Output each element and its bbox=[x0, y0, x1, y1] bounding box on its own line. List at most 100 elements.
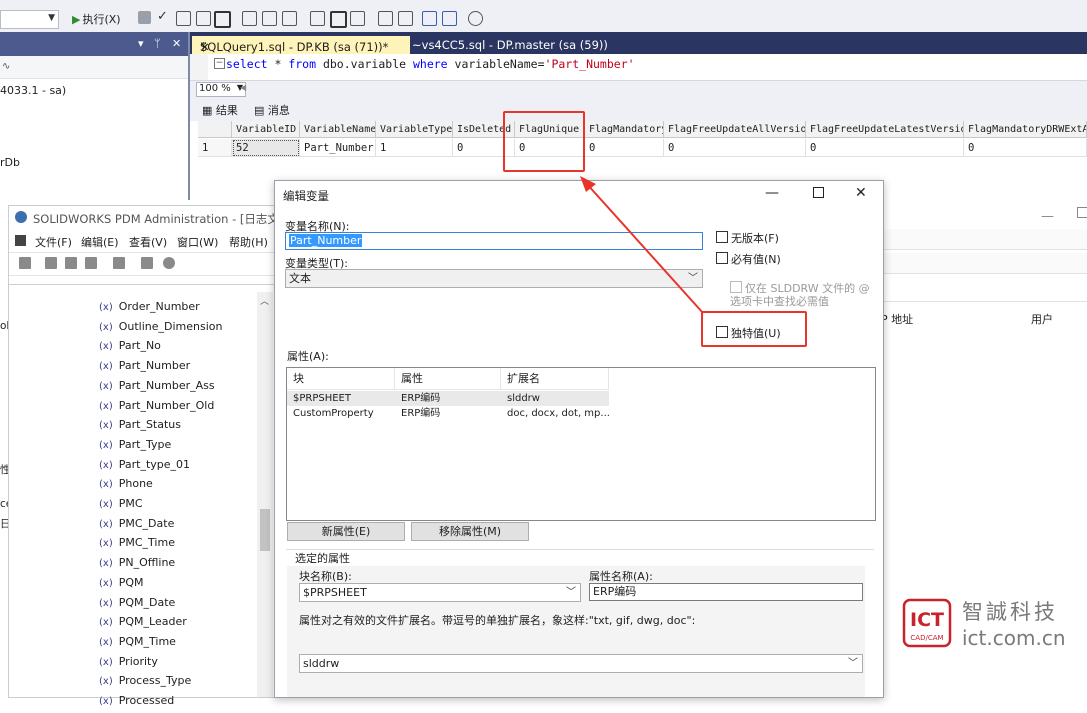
maximize-icon[interactable] bbox=[1077, 207, 1087, 218]
pin-icon[interactable]: ᛘ bbox=[154, 37, 161, 50]
menu-file[interactable]: 文件(F) bbox=[35, 234, 72, 250]
execute-button[interactable]: ▶ 执行(X) bbox=[72, 11, 121, 27]
maximize-button[interactable] bbox=[813, 187, 824, 198]
specify-values-icon[interactable] bbox=[468, 11, 483, 26]
cut-icon[interactable] bbox=[45, 257, 57, 269]
col-block[interactable]: 块 bbox=[287, 368, 395, 390]
help-icon[interactable] bbox=[163, 257, 175, 269]
undo-icon[interactable] bbox=[113, 257, 125, 269]
slddrw-only-checkbox[interactable]: 仅在 SLDDRW 文件的 @ 选项卡中查找必需值 bbox=[730, 281, 870, 308]
grid-cell[interactable]: 0 bbox=[664, 139, 806, 157]
variable-list-item[interactable]: (x) Part_Type bbox=[99, 438, 171, 457]
col-ip-address[interactable]: P 地址 bbox=[881, 311, 913, 327]
col-attribute[interactable]: 属性 bbox=[395, 368, 501, 390]
col-header[interactable]: FlagMandatoryDRWExtAtT bbox=[964, 121, 1087, 138]
plan-icon[interactable] bbox=[242, 11, 257, 26]
results-to-file-icon[interactable] bbox=[350, 11, 365, 26]
variable-list-item[interactable]: (x) Part_Number bbox=[99, 359, 190, 378]
table-cell[interactable]: CustomProperty bbox=[287, 406, 395, 421]
variable-list-item[interactable]: (x) Part_Number_Ass bbox=[99, 379, 215, 398]
col-header[interactable]: FlagMandatory bbox=[585, 121, 664, 138]
variable-list-item[interactable]: (x) Part_Status bbox=[99, 418, 181, 437]
variable-list-item[interactable]: (x) Priority bbox=[99, 655, 158, 674]
table-cell[interactable]: slddrw bbox=[501, 391, 609, 406]
no-version-checkbox[interactable]: 无版本(F) bbox=[716, 230, 779, 246]
tab-sqlquery1[interactable]: SQLQuery1.sql - DP.KB (sa (71))* ᛘ ✕ bbox=[192, 36, 410, 54]
grid-cell[interactable]: 1 bbox=[376, 139, 453, 157]
results-grid2-icon[interactable] bbox=[330, 11, 347, 28]
block-name-combo[interactable]: $PRPSHEET ﹀ bbox=[299, 583, 581, 602]
activity-icon[interactable]: ∿ bbox=[2, 61, 10, 72]
results-file-icon[interactable] bbox=[310, 11, 325, 26]
collapse-icon[interactable]: − bbox=[214, 58, 225, 69]
grid-cell[interactable]: Part_Number bbox=[300, 139, 376, 157]
menu-help[interactable]: 帮助(H) bbox=[229, 234, 268, 250]
server-node[interactable]: 4033.1 - sa) bbox=[0, 84, 66, 97]
results-grid-icon[interactable] bbox=[214, 11, 231, 28]
variable-list-item[interactable]: (x) PN_Offline bbox=[99, 556, 175, 575]
table-cell[interactable]: ERP编码 bbox=[395, 391, 501, 406]
database-combo[interactable]: ▼ bbox=[0, 10, 59, 29]
indent-icon[interactable] bbox=[442, 11, 457, 26]
minimize-button[interactable]: — bbox=[765, 185, 779, 201]
table-cell[interactable]: doc, docx, dot, mp... bbox=[501, 406, 609, 421]
row-number[interactable]: 1 bbox=[198, 139, 232, 157]
save-icon[interactable] bbox=[19, 257, 31, 269]
col-header[interactable]: FlagFreeUpdateLatestVersion bbox=[806, 121, 964, 138]
tab-messages[interactable]: ▤ 消息 bbox=[254, 102, 290, 118]
tab-results[interactable]: ▦ 结果 bbox=[202, 102, 238, 118]
extension-combo[interactable]: slddrw ﹀ bbox=[299, 654, 863, 673]
col-header[interactable]: VariableName bbox=[300, 121, 376, 138]
menu-view[interactable]: 查看(V) bbox=[129, 234, 167, 250]
scroll-left-icon[interactable]: ◀ bbox=[240, 83, 246, 92]
variable-list-item[interactable]: (x) PQM_Time bbox=[99, 635, 176, 654]
new-attribute-button[interactable]: 新属性(E) bbox=[287, 522, 405, 541]
chevron-up-icon[interactable]: ︿ bbox=[260, 294, 269, 307]
variable-list-item[interactable]: (x) Phone bbox=[99, 477, 153, 496]
comment-icon[interactable] bbox=[378, 11, 393, 26]
col-header[interactable]: VariableType bbox=[376, 121, 453, 138]
menu-edit[interactable]: 编辑(E) bbox=[81, 234, 119, 250]
menu-window[interactable]: 窗口(W) bbox=[177, 234, 218, 250]
app-menu-icon[interactable] bbox=[15, 235, 26, 246]
outdent-icon[interactable] bbox=[422, 11, 437, 26]
col-user[interactable]: 用户 bbox=[1031, 311, 1053, 327]
tab-vs4cc5[interactable]: ~vs4CC5.sql - DP.master (sa (59)) bbox=[412, 36, 632, 54]
results-text-icon[interactable] bbox=[196, 11, 211, 26]
grid-cell[interactable]: 0 bbox=[806, 139, 964, 157]
variable-list-item[interactable]: (x) PMC bbox=[99, 497, 143, 516]
mandatory-checkbox[interactable]: 必有值(N) bbox=[716, 251, 781, 267]
variable-list-item[interactable]: (x) Outline_Dimension bbox=[99, 320, 223, 339]
variable-list-item[interactable]: (x) Order_Number bbox=[99, 300, 200, 319]
variable-list-item[interactable]: (x) PQM bbox=[99, 576, 144, 595]
table-cell[interactable]: $PRPSHEET bbox=[287, 391, 395, 406]
close-button[interactable]: ✕ bbox=[855, 185, 867, 201]
grid-cell[interactable]: 52 bbox=[232, 139, 300, 157]
variable-list-item[interactable]: (x) Part_No bbox=[99, 339, 161, 358]
variable-name-input[interactable]: Part_Number bbox=[285, 232, 703, 250]
parse-tree-icon[interactable] bbox=[176, 11, 191, 26]
minimize-icon[interactable]: — bbox=[1041, 209, 1054, 224]
stats-icon[interactable] bbox=[262, 11, 277, 26]
col-header[interactable]: VariableID bbox=[232, 121, 300, 138]
col-header[interactable]: FlagFreeUpdateAllVersion bbox=[664, 121, 806, 138]
variable-list-item[interactable]: (x) PQM_Date bbox=[99, 596, 175, 615]
variable-list-item[interactable]: (x) PMC_Date bbox=[99, 517, 174, 536]
stop-icon[interactable] bbox=[138, 11, 151, 24]
sql-statement[interactable]: select * from dbo.variable where variabl… bbox=[226, 57, 635, 71]
scrollbar-thumb[interactable] bbox=[260, 509, 270, 551]
attribute-name-input[interactable]: ERP编码 bbox=[589, 583, 863, 601]
copy-icon[interactable] bbox=[65, 257, 77, 269]
check-icon[interactable]: ✓ bbox=[157, 9, 170, 24]
variable-list-item[interactable]: (x) PMC_Time bbox=[99, 536, 175, 555]
grid-cell[interactable]: 0 bbox=[585, 139, 664, 157]
variable-list-item[interactable]: (x) Processed bbox=[99, 694, 174, 713]
variable-type-select[interactable]: 文本 ﹀ bbox=[285, 269, 703, 288]
variable-list-item[interactable]: (x) Part_Number_Old bbox=[99, 399, 214, 418]
variable-list-item[interactable]: (x) Process_Type bbox=[99, 674, 191, 693]
table-cell[interactable]: ERP编码 bbox=[395, 406, 501, 421]
paste-icon[interactable] bbox=[85, 257, 97, 269]
print-icon[interactable] bbox=[141, 257, 153, 269]
col-extension[interactable]: 扩展名 bbox=[501, 368, 609, 390]
database-node[interactable]: rDb bbox=[0, 156, 20, 169]
